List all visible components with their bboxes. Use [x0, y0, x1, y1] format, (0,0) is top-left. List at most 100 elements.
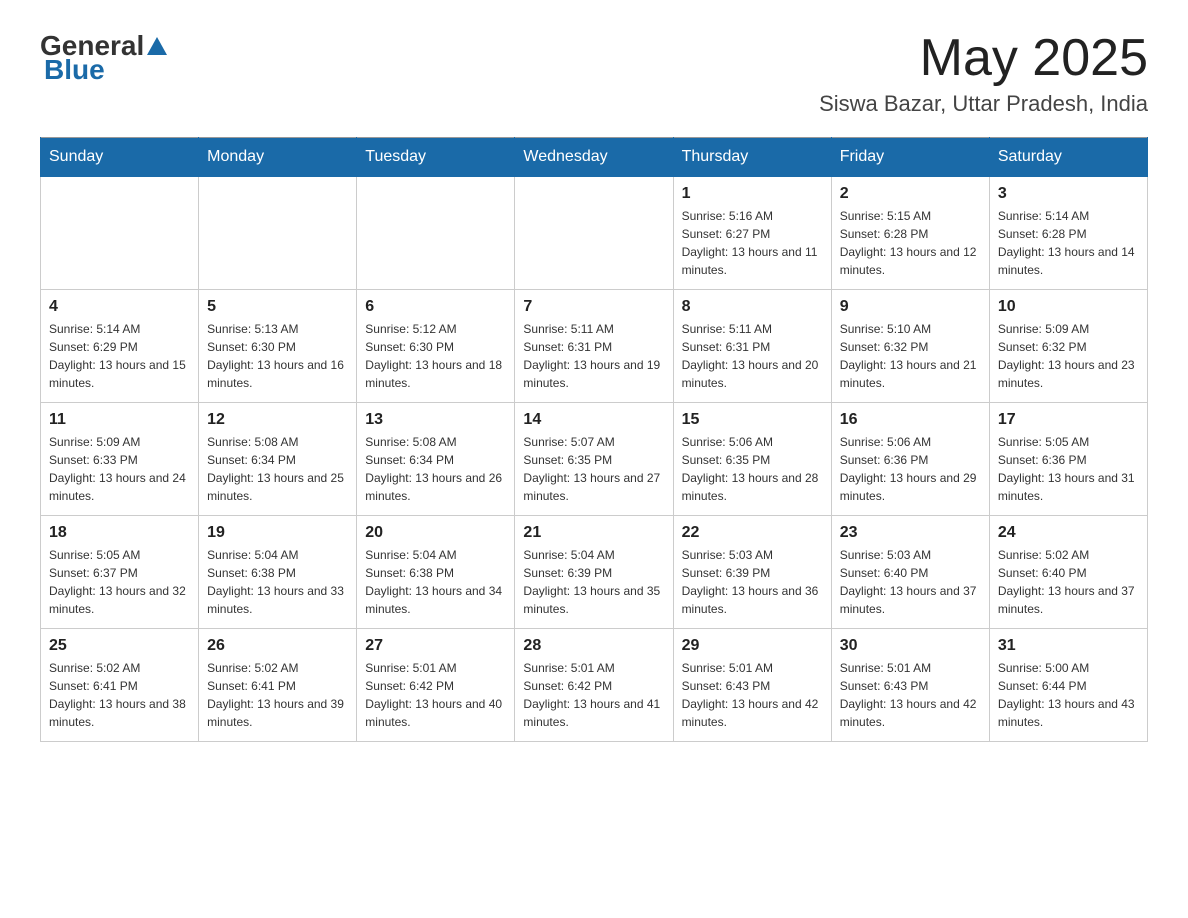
calendar-cell: 10 Sunrise: 5:09 AM Sunset: 6:32 PM Dayli… [989, 290, 1147, 403]
day-info: Sunrise: 5:12 AM Sunset: 6:30 PM Dayligh… [365, 320, 506, 392]
calendar-cell: 25Sunrise: 5:02 AM Sunset: 6:41 PM Dayli… [41, 629, 199, 742]
day-info: Sunrise: 5:09 AM Sunset: 6:32 PM Dayligh… [998, 320, 1139, 392]
day-info: Sunrise: 5:11 AM Sunset: 6:31 PM Dayligh… [523, 320, 664, 392]
calendar-cell: 12Sunrise: 5:08 AM Sunset: 6:34 PM Dayli… [199, 403, 357, 516]
calendar-cell: 13Sunrise: 5:08 AM Sunset: 6:34 PM Dayli… [357, 403, 515, 516]
day-info: Sunrise: 5:04 AM Sunset: 6:39 PM Dayligh… [523, 546, 664, 618]
day-number: 29 [682, 637, 823, 655]
calendar-cell: 27 Sunrise: 5:01 AM Sunset: 6:42 PM Dayli… [357, 629, 515, 742]
day-info: Sunrise: 5:04 AM Sunset: 6:38 PM Dayligh… [207, 546, 348, 618]
calendar-cell: 3 Sunrise: 5:14 AM Sunset: 6:28 PM Daylig… [989, 177, 1147, 290]
calendar-header-saturday: Saturday [989, 138, 1147, 177]
calendar-cell: 9 Sunrise: 5:10 AM Sunset: 6:32 PM Daylig… [831, 290, 989, 403]
calendar-cell [199, 177, 357, 290]
calendar-cell: 14 Sunrise: 5:07 AM Sunset: 6:35 PM Dayli… [515, 403, 673, 516]
calendar-cell: 22 Sunrise: 5:03 AM Sunset: 6:39 PM Dayli… [673, 516, 831, 629]
day-number: 22 [682, 524, 823, 542]
day-number: 30 [840, 637, 981, 655]
day-number: 24 [998, 524, 1139, 542]
day-number: 5 [207, 298, 348, 316]
day-info: Sunrise: 5:02 AM Sunset: 6:40 PM Dayligh… [998, 546, 1139, 618]
day-info: Sunrise: 5:03 AM Sunset: 6:40 PM Dayligh… [840, 546, 981, 618]
calendar-cell: 21 Sunrise: 5:04 AM Sunset: 6:39 PM Dayli… [515, 516, 673, 629]
calendar-cell: 20 Sunrise: 5:04 AM Sunset: 6:38 PM Dayli… [357, 516, 515, 629]
day-info: Sunrise: 5:05 AM Sunset: 6:36 PM Dayligh… [998, 433, 1139, 505]
day-info: Sunrise: 5:16 AM Sunset: 6:27 PM Dayligh… [682, 207, 823, 279]
calendar-cell: 15 Sunrise: 5:06 AM Sunset: 6:35 PM Dayli… [673, 403, 831, 516]
day-info: Sunrise: 5:07 AM Sunset: 6:35 PM Dayligh… [523, 433, 664, 505]
day-number: 3 [998, 185, 1139, 203]
calendar-header-wednesday: Wednesday [515, 138, 673, 177]
day-number: 18 [49, 524, 190, 542]
day-number: 13 [365, 411, 506, 429]
calendar-cell: 5Sunrise: 5:13 AM Sunset: 6:30 PM Daylig… [199, 290, 357, 403]
day-info: Sunrise: 5:01 AM Sunset: 6:43 PM Dayligh… [840, 659, 981, 731]
calendar-header-sunday: Sunday [41, 138, 199, 177]
calendar-header-thursday: Thursday [673, 138, 831, 177]
logo-blue-text: Blue [44, 54, 105, 86]
calendar-cell: 16Sunrise: 5:06 AM Sunset: 6:36 PM Dayli… [831, 403, 989, 516]
calendar-cell: 2Sunrise: 5:15 AM Sunset: 6:28 PM Daylig… [831, 177, 989, 290]
calendar-table: SundayMondayTuesdayWednesdayThursdayFrid… [40, 137, 1148, 742]
page-header: General Blue May 2025 Siswa Bazar, Uttar… [40, 30, 1148, 117]
day-number: 8 [682, 298, 823, 316]
calendar-cell: 6 Sunrise: 5:12 AM Sunset: 6:30 PM Daylig… [357, 290, 515, 403]
logo-triangle-icon [146, 35, 168, 57]
day-info: Sunrise: 5:10 AM Sunset: 6:32 PM Dayligh… [840, 320, 981, 392]
calendar-week-row: 4Sunrise: 5:14 AM Sunset: 6:29 PM Daylig… [41, 290, 1148, 403]
calendar-cell: 31 Sunrise: 5:00 AM Sunset: 6:44 PM Dayli… [989, 629, 1147, 742]
day-number: 26 [207, 637, 348, 655]
day-number: 14 [523, 411, 664, 429]
calendar-cell: 7 Sunrise: 5:11 AM Sunset: 6:31 PM Daylig… [515, 290, 673, 403]
day-number: 10 [998, 298, 1139, 316]
location-subtitle: Siswa Bazar, Uttar Pradesh, India [819, 91, 1148, 117]
calendar-cell: 26Sunrise: 5:02 AM Sunset: 6:41 PM Dayli… [199, 629, 357, 742]
calendar-week-row: 11 Sunrise: 5:09 AM Sunset: 6:33 PM Dayli… [41, 403, 1148, 516]
calendar-cell [41, 177, 199, 290]
calendar-cell: 30 Sunrise: 5:01 AM Sunset: 6:43 PM Dayli… [831, 629, 989, 742]
month-year-title: May 2025 [819, 30, 1148, 87]
calendar-cell: 11 Sunrise: 5:09 AM Sunset: 6:33 PM Dayli… [41, 403, 199, 516]
calendar-cell: 28Sunrise: 5:01 AM Sunset: 6:42 PM Dayli… [515, 629, 673, 742]
day-info: Sunrise: 5:01 AM Sunset: 6:42 PM Dayligh… [365, 659, 506, 731]
day-info: Sunrise: 5:09 AM Sunset: 6:33 PM Dayligh… [49, 433, 190, 505]
day-number: 15 [682, 411, 823, 429]
day-number: 25 [49, 637, 190, 655]
day-info: Sunrise: 5:01 AM Sunset: 6:43 PM Dayligh… [682, 659, 823, 731]
day-number: 16 [840, 411, 981, 429]
day-number: 2 [840, 185, 981, 203]
day-number: 6 [365, 298, 506, 316]
calendar-header-friday: Friday [831, 138, 989, 177]
day-number: 20 [365, 524, 506, 542]
day-info: Sunrise: 5:01 AM Sunset: 6:42 PM Dayligh… [523, 659, 664, 731]
calendar-cell: 24 Sunrise: 5:02 AM Sunset: 6:40 PM Dayli… [989, 516, 1147, 629]
calendar-cell: 8 Sunrise: 5:11 AM Sunset: 6:31 PM Daylig… [673, 290, 831, 403]
calendar-header-row: SundayMondayTuesdayWednesdayThursdayFrid… [41, 138, 1148, 177]
day-number: 7 [523, 298, 664, 316]
calendar-cell: 4Sunrise: 5:14 AM Sunset: 6:29 PM Daylig… [41, 290, 199, 403]
day-info: Sunrise: 5:04 AM Sunset: 6:38 PM Dayligh… [365, 546, 506, 618]
day-info: Sunrise: 5:00 AM Sunset: 6:44 PM Dayligh… [998, 659, 1139, 731]
calendar-cell: 29 Sunrise: 5:01 AM Sunset: 6:43 PM Dayli… [673, 629, 831, 742]
day-number: 31 [998, 637, 1139, 655]
calendar-cell: 18Sunrise: 5:05 AM Sunset: 6:37 PM Dayli… [41, 516, 199, 629]
day-number: 9 [840, 298, 981, 316]
day-number: 1 [682, 185, 823, 203]
day-info: Sunrise: 5:08 AM Sunset: 6:34 PM Dayligh… [207, 433, 348, 505]
calendar-cell: 17Sunrise: 5:05 AM Sunset: 6:36 PM Dayli… [989, 403, 1147, 516]
day-info: Sunrise: 5:06 AM Sunset: 6:35 PM Dayligh… [682, 433, 823, 505]
calendar-week-row: 1 Sunrise: 5:16 AM Sunset: 6:27 PM Daylig… [41, 177, 1148, 290]
day-info: Sunrise: 5:03 AM Sunset: 6:39 PM Dayligh… [682, 546, 823, 618]
calendar-cell [357, 177, 515, 290]
day-number: 19 [207, 524, 348, 542]
day-info: Sunrise: 5:14 AM Sunset: 6:28 PM Dayligh… [998, 207, 1139, 279]
calendar-cell: 19 Sunrise: 5:04 AM Sunset: 6:38 PM Dayli… [199, 516, 357, 629]
calendar-cell [515, 177, 673, 290]
calendar-cell: 1 Sunrise: 5:16 AM Sunset: 6:27 PM Daylig… [673, 177, 831, 290]
day-number: 4 [49, 298, 190, 316]
day-number: 11 [49, 411, 190, 429]
day-number: 27 [365, 637, 506, 655]
day-number: 21 [523, 524, 664, 542]
day-info: Sunrise: 5:11 AM Sunset: 6:31 PM Dayligh… [682, 320, 823, 392]
calendar-header-monday: Monday [199, 138, 357, 177]
